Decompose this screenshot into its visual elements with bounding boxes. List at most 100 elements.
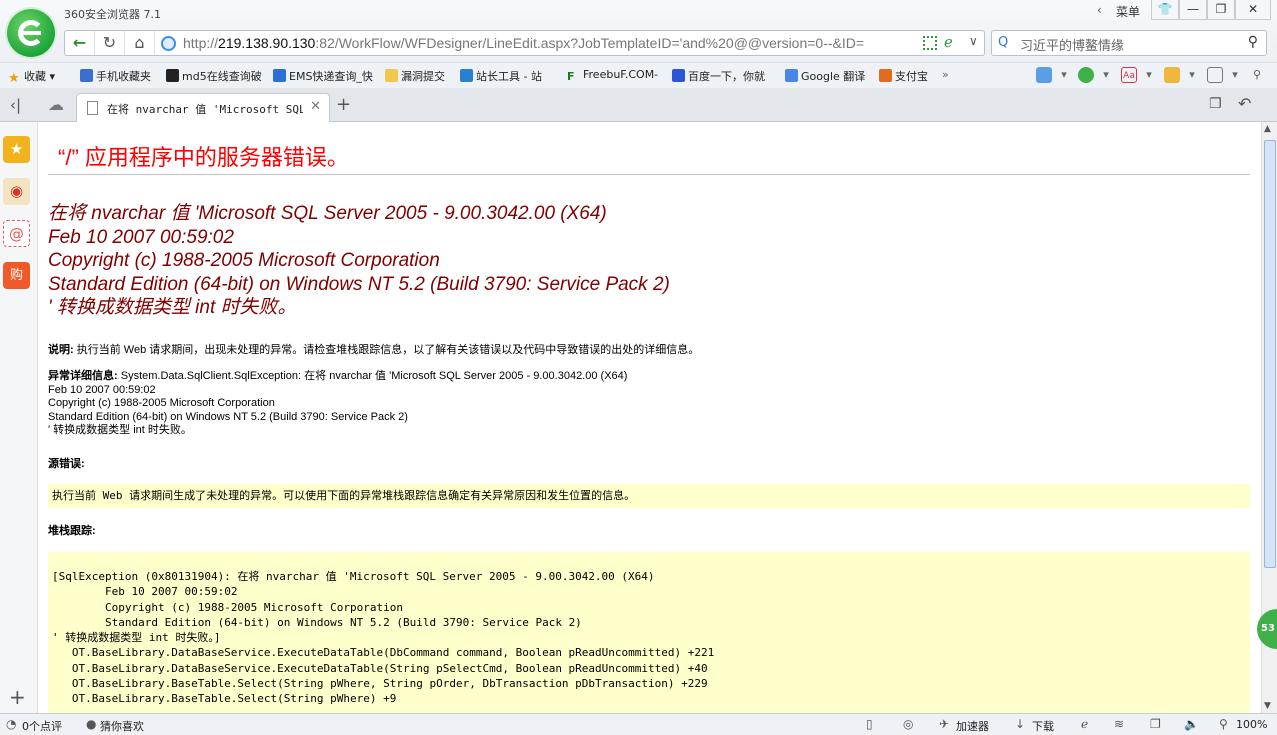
minimize-button[interactable]: — — [1179, 0, 1207, 20]
chevron-down-icon: ∨ — [969, 34, 978, 48]
accelerator-button[interactable]: 加速器 — [956, 718, 989, 734]
shopping-icon[interactable]: 购 — [3, 262, 30, 289]
favorites-star-icon[interactable]: ★ — [3, 136, 30, 163]
chevron-down-icon[interactable]: ▾ — [1141, 67, 1157, 83]
tab-active[interactable]: 在将 nvarchar 值 'Microsoft SQL Se ✕ — [76, 93, 330, 123]
search-input[interactable]: 习近平的博鳌情缘 — [1020, 35, 1124, 54]
scrollbar-thumb[interactable] — [1264, 140, 1276, 568]
font-icon[interactable]: Aa — [1121, 67, 1137, 83]
page-content: “/” 应用程序中的服务器错误。 在将 nvarchar 值 'Microsof… — [38, 122, 1261, 713]
chevron-down-icon[interactable]: ▾ — [1184, 67, 1200, 83]
browser-mode-icon[interactable]: ℯ — [1081, 717, 1088, 731]
bookmarks-bar: ★ 收藏 ▾ 手机收藏夹 md5在线查询破 EMS快递查询_快 漏洞提交 站长工具… — [0, 62, 1277, 88]
zoom-level[interactable]: 100% — [1236, 718, 1267, 731]
shirt-icon: 👕 — [1157, 2, 1173, 16]
mail-icon[interactable]: @ — [3, 220, 30, 247]
cloud-icon[interactable]: ☁ — [48, 95, 64, 114]
url-host: 219.138.90.130 — [218, 35, 316, 51]
folder-icon — [385, 69, 398, 82]
restore-icon: ❐ — [1215, 2, 1227, 16]
close-button[interactable]: ✕ — [1235, 0, 1271, 20]
game-icon[interactable] — [1164, 67, 1180, 83]
tab-close-icon[interactable]: ✕ — [310, 99, 321, 114]
error-message-line: Standard Edition (64-bit) on Windows NT … — [48, 273, 670, 295]
skin-button[interactable]: 👕 — [1151, 0, 1179, 20]
translate-icon — [785, 69, 798, 82]
sidebar-add-icon[interactable]: + — [9, 685, 26, 709]
bookmarks-overflow-button[interactable]: » — [942, 68, 949, 81]
arrow-left-icon: ← — [72, 33, 87, 52]
description-text: 执行当前 Web 请求期间，出现未处理的异常。请检查堆栈跟踪信息，以了解有关该错… — [76, 344, 700, 356]
chevron-down-icon[interactable]: ▾ — [1227, 67, 1243, 83]
compat-icon[interactable]: ≋ — [1114, 717, 1124, 731]
qr-code-icon[interactable] — [923, 36, 937, 50]
scroll-up-icon[interactable]: ▲ — [1264, 124, 1271, 134]
error-message-line: Feb 10 2007 00:59:02 — [48, 226, 234, 248]
url-input[interactable]: http://219.138.90.130:82/WorkFlow/WFDesi… — [183, 35, 864, 51]
tab-list-icon[interactable]: ❐ — [1209, 96, 1222, 112]
stack-trace-text: [SqlException (0x80131904): 在将 nvarchar … — [52, 570, 715, 706]
address-bar: ← ↻ ⌂ http://219.138.90.130:82/WorkFlow/… — [64, 30, 985, 56]
error-message: 在将 nvarchar 值 'Microsoft SQL Server 2005… — [48, 202, 670, 320]
search-box[interactable]: Q 习近平的博鳌情缘 ⚲ — [991, 30, 1267, 56]
back-button[interactable]: ← — [65, 31, 95, 55]
refresh-button[interactable]: ↻ — [95, 31, 125, 55]
browser-logo[interactable] — [7, 9, 55, 57]
bookmark-favorites[interactable]: ★ 收藏 ▾ — [8, 68, 55, 86]
bookmark-mobile[interactable]: 手机收藏夹 — [80, 68, 151, 84]
bookmark-vuln[interactable]: 漏洞提交 — [385, 68, 445, 84]
chevron-down-icon[interactable]: ▾ — [1056, 67, 1072, 83]
speed-icon[interactable]: ◎ — [903, 717, 913, 731]
exception-details: 异常详细信息: System.Data.SqlClient.SqlExcepti… — [48, 370, 627, 438]
bookmark-chinaz[interactable]: 站长工具 - 站 — [460, 68, 542, 84]
sidebar-toggle-icon[interactable]: ‹| — [10, 96, 21, 114]
site-security-icon[interactable] — [161, 36, 176, 51]
phone-icon — [80, 69, 93, 82]
mobile-icon[interactable]: ▯ — [866, 717, 873, 731]
chevron-down-icon[interactable]: ▾ — [1098, 67, 1114, 83]
url-dropdown-button[interactable]: ∨ — [969, 34, 978, 48]
description: 说明: 执行当前 Web 请求期间，出现未处理的异常。请检查堆栈跟踪信息，以了解… — [48, 341, 699, 357]
screenshot-icon[interactable] — [1207, 67, 1223, 83]
apps-icon[interactable] — [1036, 67, 1052, 83]
accelerator-icon[interactable]: ✈ — [939, 717, 949, 731]
download-button[interactable]: 下载 — [1032, 718, 1054, 734]
new-tab-button[interactable]: + — [336, 94, 351, 115]
close-icon: ✕ — [1247, 2, 1259, 16]
bookmark-google-translate[interactable]: Google 翻译 — [785, 68, 865, 84]
download-icon[interactable]: ↓ — [1015, 717, 1025, 731]
bookmark-ems[interactable]: EMS快递查询_快 — [273, 68, 373, 84]
undo-close-icon[interactable]: ↶ — [1238, 94, 1251, 113]
error-message-line: Copyright (c) 1988-2005 Microsoft Corpor… — [48, 250, 440, 271]
tab-bar: ‹| ☁ 在将 nvarchar 值 'Microsoft SQL Se ✕ ❐… — [0, 88, 1277, 123]
grid-icon — [166, 69, 179, 82]
compat-mode-icon[interactable]: ℯ — [944, 33, 953, 51]
bookmark-md5[interactable]: md5在线查询破 — [166, 68, 262, 84]
guess-you-like[interactable]: 猜你喜欢 — [100, 718, 144, 734]
browser-titlebar: 360安全浏览器 7.1 ‹ 菜单 👕 — ❐ ✕ ← ↻ ⌂ http://2… — [0, 0, 1277, 62]
shield-icon[interactable] — [1078, 67, 1094, 83]
dot-icon: ● — [86, 717, 97, 731]
bookmark-freebuf[interactable]: F FreebuF.COM- — [567, 68, 658, 83]
maximize-button[interactable]: ❐ — [1207, 0, 1235, 20]
scroll-down-icon[interactable]: ▼ — [1264, 701, 1271, 711]
comments-count[interactable]: 0个点评 — [22, 718, 62, 734]
details-line: Feb 10 2007 00:59:02 — [48, 383, 156, 396]
search-engine-icon[interactable]: Q — [998, 35, 1008, 50]
ems-icon — [273, 69, 286, 82]
bookmark-baidu[interactable]: 百度一下，你就 — [672, 68, 765, 84]
zoom-icon[interactable]: ⚲ — [1219, 717, 1228, 731]
url-scheme: http:// — [183, 35, 219, 51]
volume-icon[interactable]: 🔈 — [1184, 717, 1199, 731]
home-button[interactable]: ⌂ — [125, 31, 155, 55]
search-icon[interactable]: ⚲ — [1248, 34, 1258, 50]
url-path: :82/WorkFlow/WFDesigner/LineEdit.aspx?Jo… — [315, 35, 865, 51]
star-icon: ★ — [8, 71, 20, 86]
window-icon[interactable]: ❐ — [1150, 717, 1161, 731]
chart-icon — [460, 69, 473, 82]
weibo-icon[interactable]: ◉ — [3, 178, 30, 205]
search-icon[interactable]: ⚲ — [1249, 67, 1265, 83]
comment-icon: ◔ — [6, 717, 17, 731]
menu-button[interactable]: 菜单 — [1116, 3, 1140, 20]
bookmark-alipay[interactable]: 支付宝 — [879, 68, 928, 84]
